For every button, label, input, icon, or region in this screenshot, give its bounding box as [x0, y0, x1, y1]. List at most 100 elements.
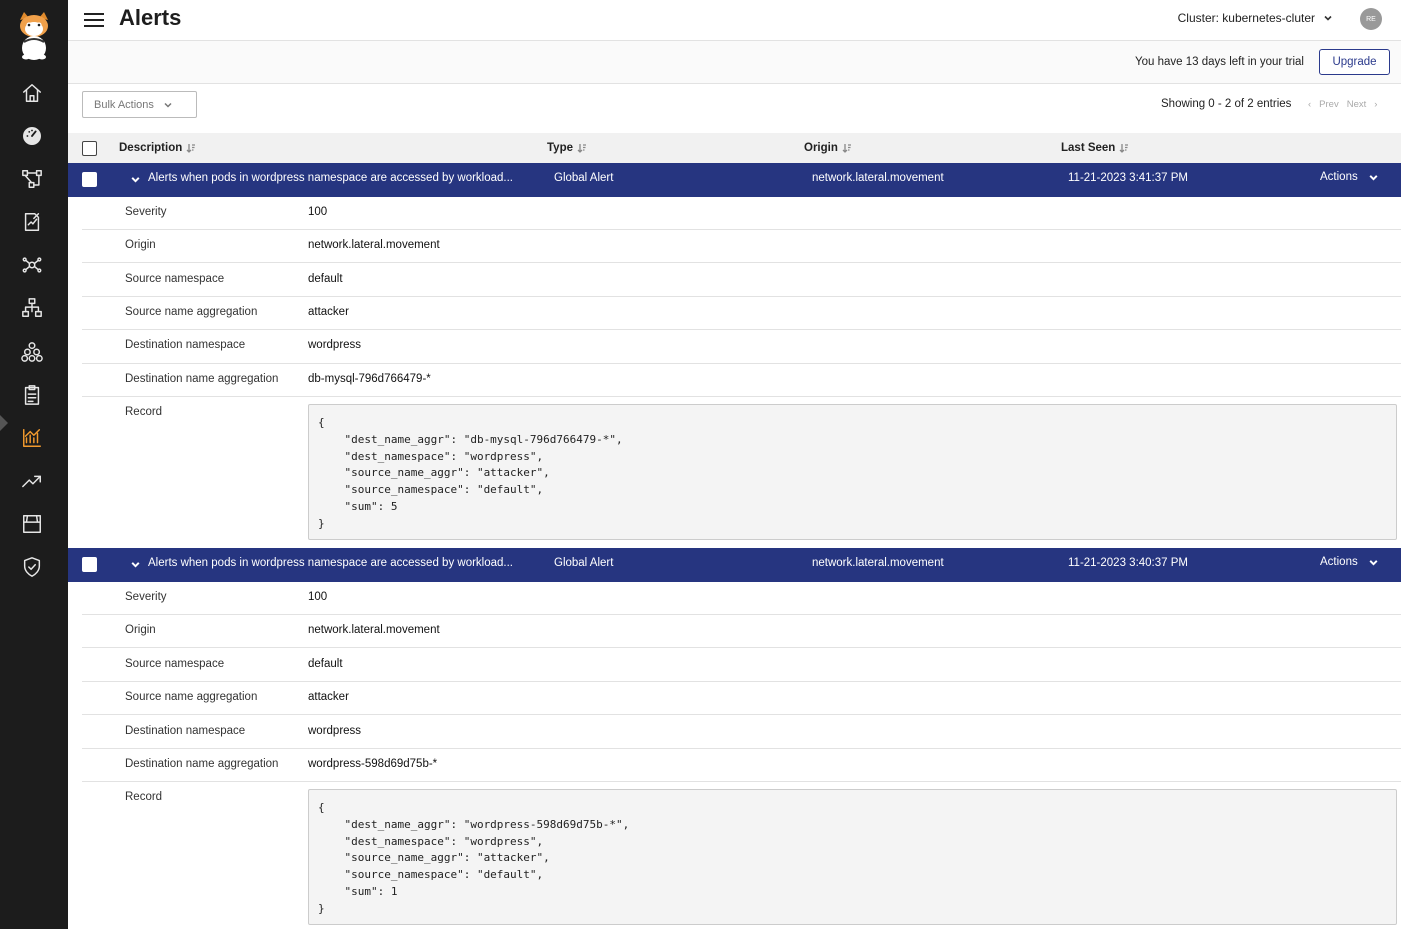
alert-origin: network.lateral.movement: [812, 557, 944, 569]
detail-value: db-mysql-796d766479-*: [308, 373, 431, 385]
detail-value: network.lateral.movement: [308, 624, 440, 636]
record-label: Record: [125, 406, 163, 418]
table-header: Description Type Origin Last Seen: [68, 133, 1401, 163]
detail-row: Severity 100: [82, 581, 1401, 615]
cluster-selector[interactable]: Cluster: kubernetes-cluter: [1178, 11, 1333, 25]
detail-value: 100: [308, 206, 328, 218]
active-nav-marker: [0, 415, 8, 431]
chevron-left-icon[interactable]: ‹: [1308, 99, 1311, 110]
trial-message: You have 13 days left in your trial: [1135, 56, 1304, 68]
alert-row[interactable]: Alerts when pods in wordpress namespace …: [68, 163, 1401, 197]
network-icon[interactable]: [20, 296, 44, 320]
detail-value: wordpress: [308, 339, 362, 351]
activity-icon[interactable]: [20, 469, 44, 493]
chevron-down-icon: [1324, 15, 1332, 21]
cluster-icon[interactable]: [20, 340, 44, 364]
endpoints-icon[interactable]: [20, 253, 44, 277]
detail-value: default: [308, 658, 343, 670]
actions-dropdown[interactable]: Actions: [1320, 556, 1379, 568]
upgrade-button[interactable]: Upgrade: [1319, 49, 1390, 75]
detail-key: Severity: [125, 206, 167, 218]
bulk-actions-label: Bulk Actions: [94, 98, 154, 111]
detail-row: Severity 100: [82, 196, 1401, 230]
chevron-down-icon[interactable]: [130, 174, 141, 185]
record-label: Record: [125, 791, 163, 803]
detail-row: Source namespace default: [82, 648, 1401, 682]
alert-description: Alerts when pods in wordpress namespace …: [148, 557, 513, 569]
home-icon[interactable]: [20, 81, 44, 105]
select-all-checkbox[interactable]: [82, 141, 97, 156]
alert-last-seen: 11-21-2023 3:40:37 PM: [1068, 557, 1188, 569]
column-header-origin[interactable]: Origin: [804, 142, 852, 154]
bulk-actions-dropdown[interactable]: Bulk Actions: [82, 91, 197, 118]
chevron-down-icon: [1369, 174, 1378, 181]
alert-type: Global Alert: [554, 172, 614, 184]
top-header: Alerts Cluster: kubernetes-cluter RE: [68, 0, 1401, 41]
alert-row[interactable]: Alerts when pods in wordpress namespace …: [68, 548, 1401, 582]
sort-icon: [1119, 144, 1129, 153]
policies-icon[interactable]: [20, 210, 44, 234]
sort-icon: [842, 144, 851, 153]
record-json: { "dest_name_aggr": "wordpress-598d69d75…: [308, 789, 1397, 925]
chevron-down-icon: [164, 102, 172, 108]
actions-dropdown[interactable]: Actions: [1320, 171, 1379, 183]
detail-key: Severity: [125, 591, 167, 603]
calico-cat-logo[interactable]: [16, 10, 52, 62]
prev-button[interactable]: Prev: [1319, 99, 1339, 110]
detail-value: wordpress: [308, 725, 362, 737]
entries-count: Showing 0 - 2 of 2 entries: [1161, 98, 1292, 110]
next-button[interactable]: Next: [1347, 99, 1367, 110]
alert-origin: network.lateral.movement: [812, 172, 944, 184]
service-graph-icon[interactable]: [20, 167, 44, 191]
avatar[interactable]: RE: [1360, 8, 1382, 30]
menu-icon[interactable]: [84, 10, 104, 28]
record-json: { "dest_name_aggr": "db-mysql-796d766479…: [308, 404, 1397, 540]
detail-key: Origin: [125, 239, 156, 251]
row-checkbox[interactable]: [82, 557, 97, 572]
cluster-label: Cluster: kubernetes-cluter: [1177, 11, 1315, 25]
sidebar-nav: [0, 0, 68, 929]
row-checkbox[interactable]: [82, 172, 97, 187]
trial-banner: You have 13 days left in your trial Upgr…: [68, 41, 1401, 84]
detail-row: Source name aggregation attacker: [82, 297, 1401, 330]
alert-type: Global Alert: [554, 557, 614, 569]
detail-key: Source namespace: [125, 273, 225, 285]
sort-icon: [186, 144, 196, 153]
alerts-icon[interactable]: [20, 426, 44, 450]
security-icon[interactable]: [20, 555, 44, 579]
column-header-description[interactable]: Description: [119, 142, 196, 154]
detail-row: Destination name aggregation wordpress-5…: [82, 749, 1401, 782]
detail-key: Source name aggregation: [125, 306, 258, 318]
actions-label: Actions: [1320, 556, 1358, 568]
chevron-down-icon[interactable]: [130, 559, 141, 570]
alert-description: Alerts when pods in wordpress namespace …: [148, 172, 513, 184]
detail-value: wordpress-598d69d75b-*: [308, 758, 438, 770]
page-title: Alerts: [119, 5, 182, 30]
detail-value: 100: [308, 591, 328, 603]
detail-key: Destination namespace: [125, 339, 246, 351]
detail-key: Destination name aggregation: [125, 758, 279, 770]
chevron-down-icon: [1369, 559, 1378, 566]
detail-row: Source namespace default: [82, 263, 1401, 297]
chevron-right-icon[interactable]: ›: [1374, 99, 1377, 110]
detail-key: Destination name aggregation: [125, 373, 279, 385]
detail-key: Source name aggregation: [125, 691, 258, 703]
column-header-last-seen[interactable]: Last Seen: [1061, 142, 1129, 154]
image-assurance-icon[interactable]: [20, 512, 44, 536]
detail-row: Origin network.lateral.movement: [82, 615, 1401, 648]
pagination: ‹ Prev Next ›: [1308, 99, 1377, 110]
detail-row: Destination namespace wordpress: [82, 715, 1401, 749]
alert-last-seen: 11-21-2023 3:41:37 PM: [1068, 172, 1188, 184]
dashboard-icon[interactable]: [20, 124, 44, 148]
detail-key: Source namespace: [125, 658, 225, 670]
detail-row: Destination name aggregation db-mysql-79…: [82, 364, 1401, 397]
detail-value: default: [308, 273, 343, 285]
detail-value: network.lateral.movement: [308, 239, 440, 251]
compliance-icon[interactable]: [20, 383, 44, 407]
detail-row: Destination namespace wordpress: [82, 330, 1401, 364]
detail-value: attacker: [308, 306, 349, 318]
detail-row: Origin network.lateral.movement: [82, 230, 1401, 263]
detail-key: Origin: [125, 624, 156, 636]
detail-value: attacker: [308, 691, 349, 703]
column-header-type[interactable]: Type: [547, 142, 587, 154]
